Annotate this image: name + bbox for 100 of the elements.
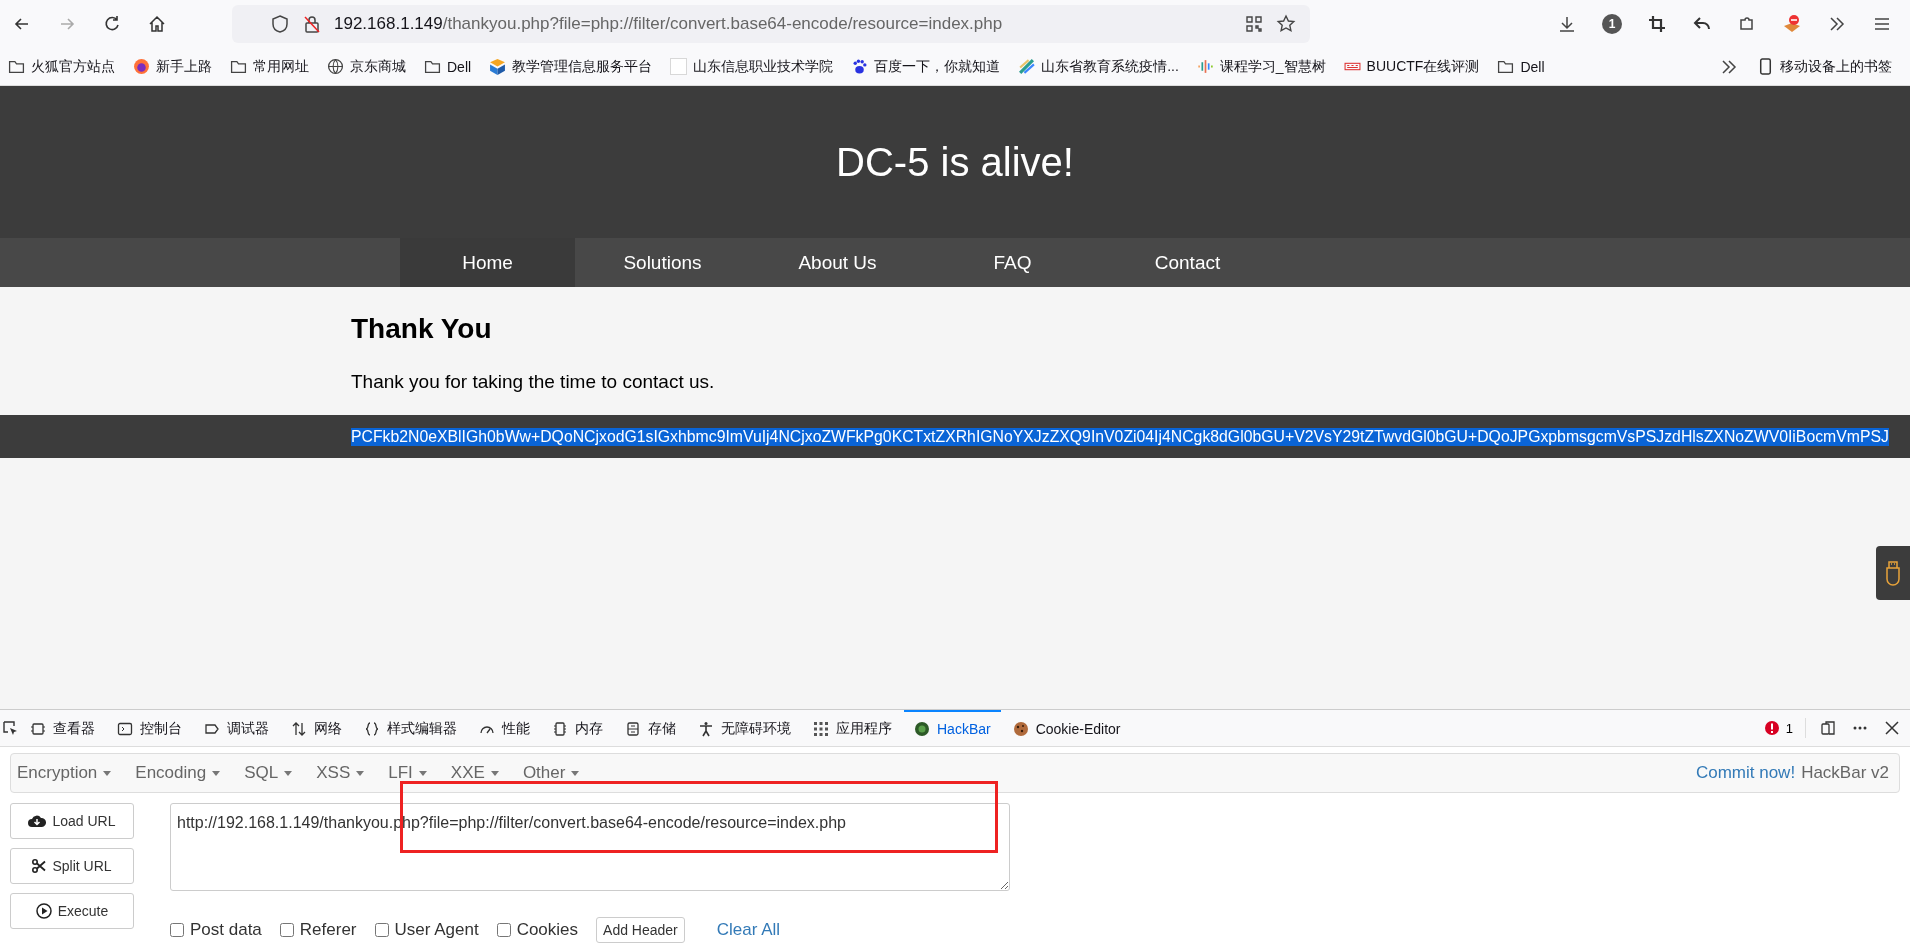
element-picker-icon[interactable] (2, 720, 18, 736)
nav-link[interactable]: Contact (1100, 238, 1275, 287)
hackbar-logo-icon (914, 721, 930, 737)
close-icon[interactable] (1884, 720, 1900, 736)
download-icon[interactable] (1557, 14, 1577, 34)
devtools-tab[interactable]: 调试器 (194, 710, 279, 746)
bookmark-item[interactable]: 常用网址 (253, 57, 309, 76)
caret-icon (571, 770, 580, 776)
phone-icon (1757, 58, 1774, 75)
add-header-button[interactable]: Add Header (596, 917, 685, 943)
checkbox[interactable] (496, 923, 511, 937)
devtools-tab[interactable]: 无障碍环境 (688, 710, 801, 746)
nav-link[interactable]: Solutions (575, 238, 750, 287)
debugger-icon (204, 721, 220, 737)
dropdown-menu[interactable]: XSS (316, 763, 365, 783)
paw-icon (851, 58, 869, 75)
clear-all-link[interactable]: Clear All (716, 920, 781, 940)
globe-icon (327, 58, 344, 75)
dropdown-menu[interactable]: Encoding (135, 763, 221, 783)
curly-braces-icon (364, 721, 380, 737)
caret-icon (212, 770, 221, 776)
folder-icon (8, 58, 25, 75)
insecure-lock-icon (302, 14, 322, 34)
up-down-arrows-icon (291, 721, 307, 737)
bookmark-item[interactable]: 新手上路 (156, 57, 212, 76)
star-icon[interactable] (1276, 14, 1296, 34)
nav-link[interactable]: Home (400, 238, 575, 287)
devtools-tab[interactable]: 样式编辑器 (354, 710, 467, 746)
caret-icon (103, 770, 112, 776)
nav-link[interactable]: FAQ (925, 238, 1100, 287)
nav-link[interactable]: About Us (750, 238, 925, 287)
qr-code-icon[interactable] (1244, 14, 1264, 34)
base64-output: PCFkb2N0eXBlIGh0bWw+DQoNCjxodG1sIGxhbmc9ImVuIj4NCjxoZWFkPg0KCTxtZXRhIGNoYXJzZXQ9InV0Zi04Ij4NCgk8dGl0bGU+V2VsY29tZTwvdGl0bGU+DQoJPGxpbmsgcmVsPSJzdHlsZXNoZWV0IiBocmVmPSJ (351, 427, 1889, 446)
page-heading: Thank You (351, 313, 493, 345)
devtools-tab[interactable]: 查看器 (20, 710, 105, 746)
bookmark-item[interactable]: 教学管理信息服务平台 (512, 57, 653, 76)
bookmark-item[interactable]: Dell (447, 58, 472, 75)
checkbox-label: Cookies (516, 920, 579, 940)
browser-logo-icon (133, 58, 150, 75)
commit-link[interactable]: Commit now! (1695, 763, 1796, 783)
bookmark-item[interactable]: 火狐官方站点 (31, 57, 115, 76)
cloud-download-icon (28, 814, 47, 828)
devtools-tab[interactable]: 控制台 (107, 710, 192, 746)
bookmark-item[interactable]: Dell (1520, 58, 1545, 75)
blank-page-icon (670, 58, 688, 75)
bookmark-item[interactable]: BUUCTF在线评测 (1366, 57, 1480, 76)
devtools-tab[interactable]: 存储 (615, 710, 686, 746)
console-icon (117, 721, 133, 737)
sound-bars-icon (1196, 58, 1214, 75)
usb-icon (1883, 559, 1903, 587)
checkbox[interactable] (170, 923, 184, 937)
action-button[interactable]: Load URL (10, 803, 134, 839)
dropdown-menu[interactable]: SQL (244, 763, 293, 783)
bookmark-item[interactable]: 山东省教育系统疫情... (1041, 57, 1179, 76)
folder-icon (230, 58, 247, 75)
bookmark-item[interactable]: 课程学习_智慧树 (1219, 57, 1326, 76)
caret-icon (284, 770, 293, 776)
play-icon (35, 903, 52, 919)
devtools-tab[interactable]: 内存 (542, 710, 613, 746)
dropdown-menu[interactable]: LFI (388, 763, 427, 783)
dropdown-menu[interactable]: XXE (450, 763, 499, 783)
devtools-tab[interactable]: HackBar (904, 710, 1001, 746)
colorful-logo-icon (1018, 58, 1036, 75)
site-title: DC-5 is alive! (836, 139, 1074, 185)
caret-icon (490, 770, 499, 776)
person-icon (698, 721, 714, 737)
blocked-extension-icon[interactable] (1782, 14, 1802, 34)
devtools-tab[interactable]: 应用程序 (803, 710, 902, 746)
cookie-icon (1012, 721, 1029, 737)
side-tab[interactable] (1876, 546, 1910, 600)
bookmark-item[interactable]: 京东商城 (350, 57, 406, 76)
caret-icon (356, 770, 365, 776)
crop-icon[interactable] (1647, 14, 1667, 34)
action-button[interactable]: Split URL (10, 848, 134, 884)
inspector-icon (30, 721, 46, 737)
devtools-tab[interactable]: Cookie-Editor (1002, 710, 1131, 746)
storage-icon (625, 721, 641, 737)
error-count[interactable]: 1 (1785, 720, 1793, 736)
app-logo-icon (489, 58, 507, 75)
bookmark-item[interactable]: 百度一下，你就知道 (874, 57, 1001, 76)
dropdown-menu[interactable]: Encryption (17, 763, 112, 783)
home-icon[interactable] (147, 14, 167, 34)
action-button[interactable]: Execute (10, 893, 134, 929)
scissors-icon (32, 859, 47, 873)
chip-icon (552, 721, 568, 737)
folder-icon (424, 58, 441, 75)
devtools-tab[interactable]: 性能 (469, 710, 540, 746)
address-bar[interactable]: 192.168.1.149/thankyou.php?file=php://filter/convert.base64-encode/resource=index.php (232, 5, 1310, 43)
mobile-bookmarks-folder[interactable]: 移动设备上的书签 (1780, 57, 1892, 76)
extension-badge[interactable]: 1 (1602, 14, 1622, 34)
url-text: 192.168.1.149/thankyou.php?file=php://filter/convert.base64-encode/resource=index.php (334, 14, 1003, 34)
checkbox[interactable] (279, 923, 294, 937)
caret-icon (418, 770, 427, 776)
checkbox[interactable] (374, 923, 389, 937)
shield-icon (270, 14, 290, 34)
dock-icon[interactable] (1820, 720, 1836, 736)
dropdown-menu[interactable]: Other (522, 763, 580, 783)
thank-you-message: Thank you for taking the time to contact us. (351, 371, 716, 393)
devtools-tab[interactable]: 网络 (281, 710, 352, 746)
bookmark-item[interactable]: 山东信息职业技术学院 (693, 57, 834, 76)
